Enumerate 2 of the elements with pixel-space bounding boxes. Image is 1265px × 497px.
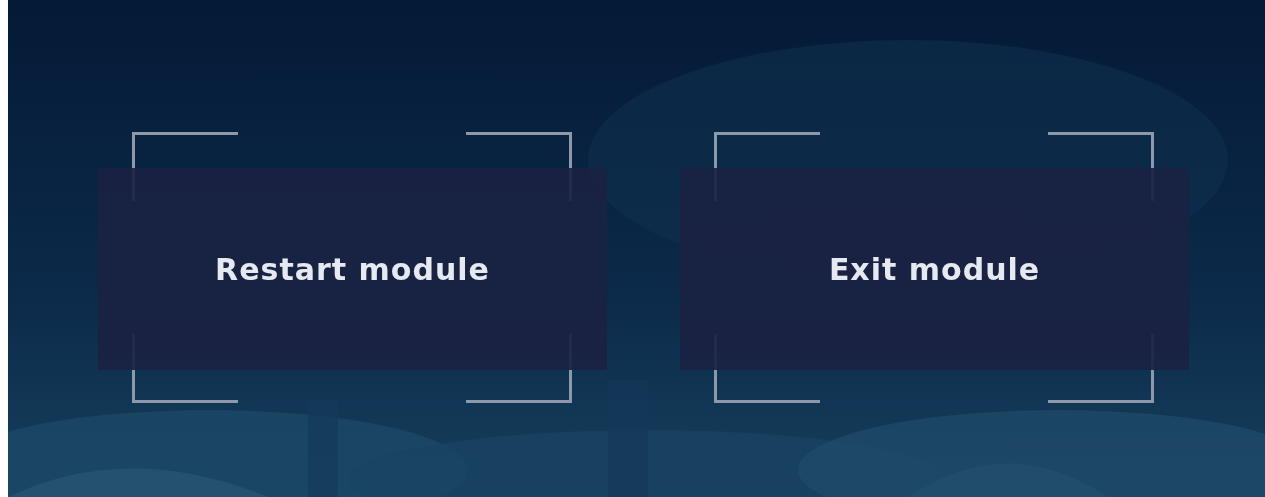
module-button[interactable]: Exit module	[680, 168, 1189, 370]
module-button[interactable]: Restart module	[98, 168, 607, 370]
